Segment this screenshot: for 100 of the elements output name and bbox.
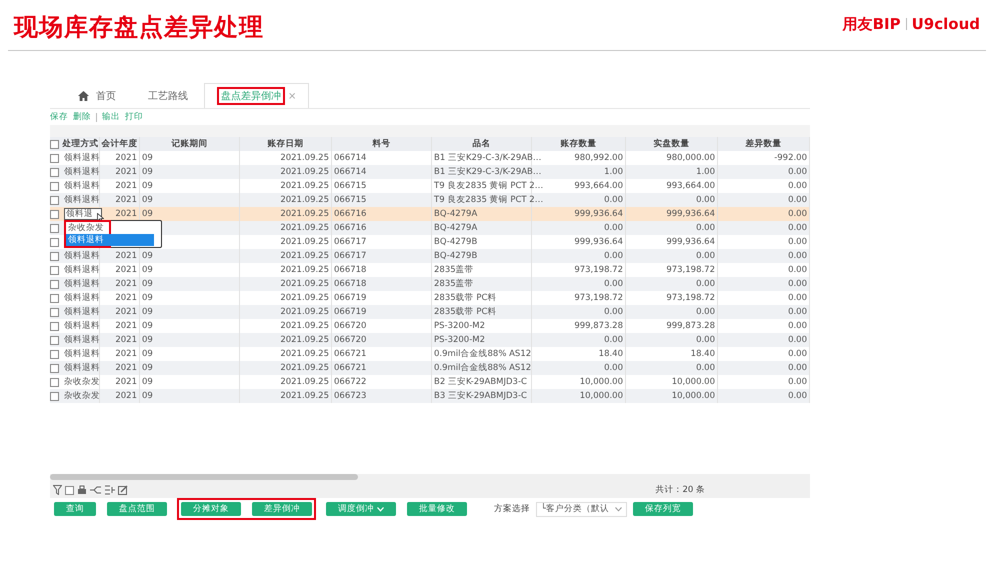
table-cell: 066719: [334, 293, 366, 303]
table-cell: 09: [142, 363, 153, 373]
table-cell: 066714: [334, 167, 366, 177]
table-cell: 0.00: [696, 335, 715, 345]
column-header: 账存日期: [240, 137, 332, 151]
table-cell: 2021.09.25: [280, 293, 329, 303]
table-cell: 066714: [334, 153, 366, 163]
checkbox[interactable]: [50, 378, 59, 386]
table-cell: 993,664.00: [574, 181, 623, 191]
checkbox[interactable]: [50, 182, 59, 190]
checkbox[interactable]: [50, 210, 59, 218]
table-cell: 2021.09.25: [280, 209, 329, 219]
checkbox[interactable]: [50, 350, 59, 358]
table-cell: 066721: [334, 363, 366, 373]
checkbox[interactable]: [50, 140, 59, 148]
table-cell: 973,198.72: [666, 293, 715, 303]
column-header: 实盘数量: [626, 137, 718, 151]
printer-icon[interactable]: [77, 485, 87, 495]
table-row[interactable]: 领料退料 2021 09 2021.09.25 066717 BQ-4279B 0.00 0.00 0.00: [50, 249, 810, 263]
table-cell: 0.00: [604, 195, 623, 205]
table-row[interactable]: 杂收杂发 2021 09 2021.09.25 066723 B3 三安K-29ABMJD3-C 10,000.00 10,000.00 0.00: [50, 389, 810, 403]
table-cell: T9 良友2835 黄铜 PCT 2…: [434, 194, 544, 206]
table-cell: BQ-4279B: [434, 237, 478, 247]
table-cell: 09: [142, 265, 153, 275]
table-cell: -992.00: [774, 153, 807, 163]
scrollbar[interactable]: [50, 474, 358, 480]
checkbox[interactable]: [65, 486, 74, 494]
checkbox[interactable]: [50, 196, 59, 204]
checkbox[interactable]: [50, 154, 59, 162]
table-row[interactable]: 领料退料 2021 09 2021.09.25 066720 PS-3200-M2 0.00 0.00 0.00: [50, 333, 810, 347]
checkbox[interactable]: [50, 252, 59, 260]
checkbox[interactable]: [50, 336, 59, 344]
table-cell: 2021: [115, 195, 137, 205]
checkbox[interactable]: [50, 266, 59, 274]
table-row[interactable]: 领料退料 2021 09 2021.09.25 066718 2835盖带 0.00 0.00 0.00: [50, 277, 810, 291]
table-cell: 2021: [115, 293, 137, 303]
column-header: 记账期间: [140, 137, 240, 151]
table-cell: 2021.09.25: [280, 153, 329, 163]
tab[interactable]: 工艺路线: [132, 84, 204, 108]
table-cell: 0.00: [788, 167, 807, 177]
table-cell: 0.00: [604, 223, 623, 233]
scheme-select[interactable]: └客户分类（默认: [536, 502, 627, 516]
edit-icon[interactable]: [118, 485, 128, 495]
checkbox[interactable]: [50, 224, 59, 232]
checkbox[interactable]: [50, 238, 59, 246]
table-cell: 0.00: [788, 363, 807, 373]
table-cell: 09: [142, 335, 153, 345]
dropdown-option[interactable]: 杂收杂发: [66, 222, 154, 234]
column-header: 会计年度: [100, 137, 140, 151]
checkbox[interactable]: [50, 294, 59, 302]
checkbox[interactable]: [50, 392, 59, 400]
table-row[interactable]: 领料退料 2021 09 2021.09.25 066714 B1 三安K29-C-3/K-29AB… 1.00 1.00 0.00: [50, 165, 810, 179]
table-cell: 0.00: [788, 391, 807, 401]
table-row[interactable]: 领料退料 2021 09 2021.09.25 066715 T9 良友2835 黄铜 PCT 2… 0.00 0.00 0.00: [50, 193, 810, 207]
table-cell: 2021.09.25: [280, 237, 329, 247]
table-cell: 066719: [334, 307, 366, 317]
table-cell: 2021: [115, 377, 137, 387]
checkbox[interactable]: [50, 168, 59, 176]
table-cell: 993,664.00: [666, 181, 715, 191]
table-row[interactable]: 领料退料 2021 09 2021.09.25 066719 2835载带 PC料 0.00 0.00 0.00: [50, 305, 810, 319]
table-cell: 2021: [115, 209, 137, 219]
table-cell: 2021.09.25: [280, 363, 329, 373]
tab[interactable]: 首页: [66, 84, 132, 108]
table-cell: 066720: [334, 335, 366, 345]
split-icon[interactable]: [90, 485, 101, 495]
table-cell: 2021.09.25: [280, 279, 329, 289]
logo-text: U9cloud: [912, 15, 980, 33]
table-cell: 0.9mil合金线88% AS12: [434, 348, 532, 360]
table-cell: 杂收杂发: [64, 376, 100, 388]
checkbox[interactable]: [50, 308, 59, 316]
chevron-down-icon: [615, 506, 622, 512]
filter-icon[interactable]: [53, 485, 62, 495]
table-cell: 10,000.00: [672, 391, 715, 401]
table-cell: 0.00: [788, 335, 807, 345]
table-cell: 066716: [334, 209, 366, 219]
table-cell: 066715: [334, 195, 366, 205]
table-cell: 0.00: [788, 321, 807, 331]
table-cell: 09: [142, 153, 153, 163]
table-cell: 0.00: [788, 265, 807, 275]
checkbox[interactable]: [50, 322, 59, 330]
table-cell: 0.00: [788, 307, 807, 317]
dropdown-field[interactable]: 领料退: [64, 208, 102, 220]
field-label: 方案选择: [494, 503, 530, 515]
checkbox[interactable]: [50, 280, 59, 288]
table-cell: 0.00: [696, 195, 715, 205]
checkbox[interactable]: [50, 364, 59, 372]
columns-icon[interactable]: [104, 485, 115, 495]
table-cell: 领料退料: [64, 264, 100, 276]
table-cell: 066722: [334, 377, 366, 387]
table-cell: 0.00: [696, 307, 715, 317]
column-header: 处理方式: [62, 137, 100, 151]
table-cell: 2021: [115, 391, 137, 401]
table-row[interactable]: 领料退料 2021 09 2021.09.25 066721 0.9mil合金线88% AS12 0.00 0.00 0.00: [50, 361, 810, 375]
table-cell: 2021.09.25: [280, 223, 329, 233]
table-cell: 2021.09.25: [280, 377, 329, 387]
table-cell: 0.00: [788, 377, 807, 387]
dropdown-option[interactable]: 领料退料: [66, 234, 154, 246]
table-cell: 2021: [115, 153, 137, 163]
table-cell: 0.00: [788, 223, 807, 233]
chevron-down-icon: [377, 506, 384, 512]
